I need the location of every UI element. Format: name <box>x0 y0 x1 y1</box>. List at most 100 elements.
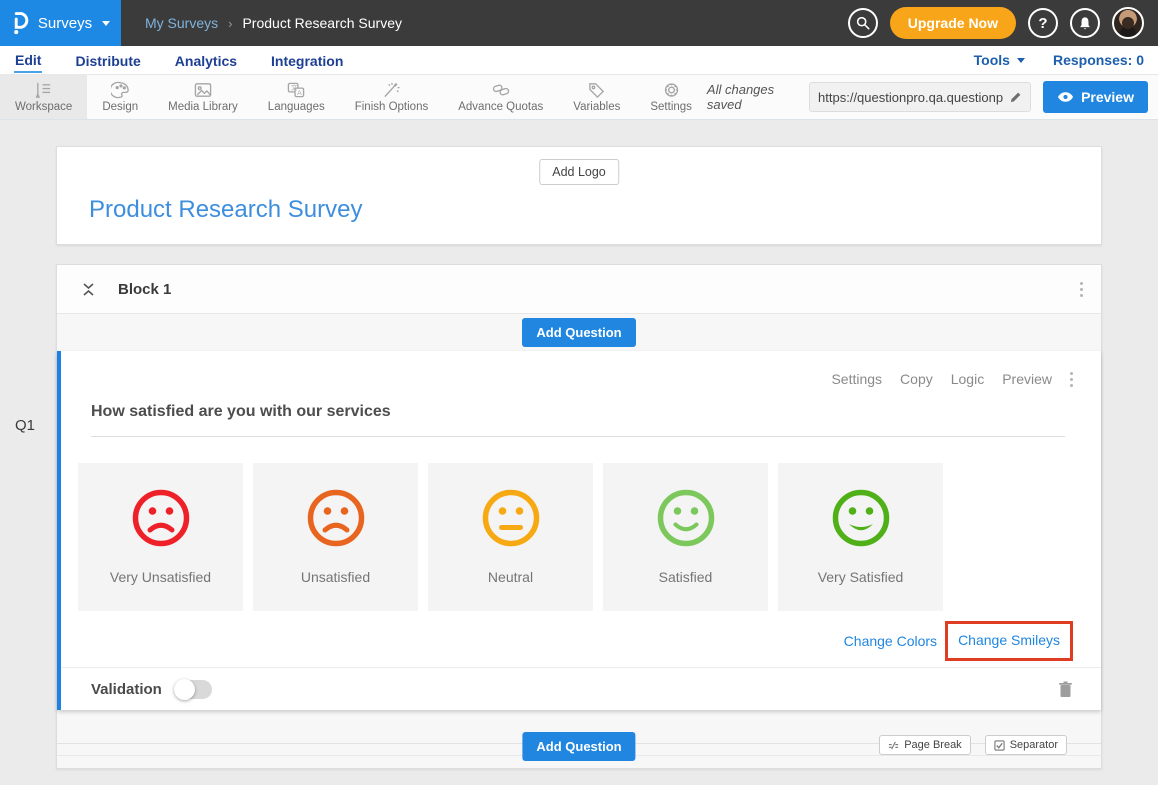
question-preview-link[interactable]: Preview <box>1002 371 1052 387</box>
breadcrumb-separator: › <box>228 16 232 31</box>
survey-header-card: Add Logo Product Research Survey <box>56 146 1102 245</box>
svg-text:文: 文 <box>291 84 297 92</box>
top-bar: Surveys My Surveys › Product Research Su… <box>0 0 1158 46</box>
page-break-icon <box>888 740 899 751</box>
breadcrumb-parent[interactable]: My Surveys <box>145 15 218 31</box>
smiley-smile-icon <box>655 487 717 549</box>
breadcrumb: My Surveys › Product Research Survey <box>145 15 402 31</box>
help-button[interactable]: ? <box>1028 8 1058 38</box>
validation-label: Validation <box>91 681 162 698</box>
preview-button[interactable]: Preview <box>1043 81 1148 113</box>
user-avatar[interactable] <box>1112 7 1144 39</box>
toolbar-item-label: Workspace <box>15 101 72 113</box>
survey-url-value[interactable]: https://questionpro.qa.questionp <box>818 90 1003 105</box>
block-title[interactable]: Block 1 <box>118 281 171 298</box>
palette-icon <box>111 81 130 99</box>
question-settings-link[interactable]: Settings <box>831 371 882 387</box>
edit-pencil-icon[interactable] <box>1009 91 1022 104</box>
bell-icon <box>1078 16 1092 31</box>
search-icon <box>856 16 870 30</box>
question-copy-link[interactable]: Copy <box>900 371 933 387</box>
question-logic-link[interactable]: Logic <box>951 371 984 387</box>
tag-icon <box>587 81 606 99</box>
toolbar-item-advance-quotas[interactable]: Advance Quotas <box>443 75 558 119</box>
search-button[interactable] <box>848 8 878 38</box>
product-menu-label: Surveys <box>38 15 92 32</box>
smiley-neutral-icon <box>480 487 542 549</box>
tools-label: Tools <box>974 52 1010 68</box>
block-footer: Add Question Page Break Separator <box>57 710 1101 768</box>
change-colors-link[interactable]: Change Colors <box>844 633 937 649</box>
page-break-label: Page Break <box>904 739 961 751</box>
page-break-button[interactable]: Page Break <box>879 735 970 755</box>
upgrade-now-button[interactable]: Upgrade Now <box>890 7 1016 39</box>
question-text[interactable]: How satisfied are you with our services <box>91 403 391 420</box>
question-id: Q1 <box>15 417 35 434</box>
tab-distribute[interactable]: Distribute <box>74 48 141 72</box>
add-logo-button[interactable]: Add Logo <box>539 159 619 185</box>
tools-dropdown[interactable]: Tools <box>974 52 1025 68</box>
chain-links-icon <box>491 81 511 99</box>
translate-icon: 文 A <box>286 81 306 99</box>
option-label: Neutral <box>488 569 533 585</box>
editor-canvas: Add Logo Product Research Survey Block 1… <box>0 120 1158 769</box>
change-smileys-link[interactable]: Change Smileys <box>958 632 1060 648</box>
preview-label: Preview <box>1081 89 1134 105</box>
add-question-button-bottom[interactable]: Add Question <box>522 732 635 761</box>
smiley-big-smile-icon <box>830 487 892 549</box>
questionpro-logo-icon <box>11 11 30 35</box>
toolbar-item-media-library[interactable]: Media Library <box>153 75 253 119</box>
magic-wand-icon <box>382 81 401 99</box>
toolbar-item-label: Languages <box>268 101 325 113</box>
toolbar-item-label: Media Library <box>168 101 238 113</box>
smiley-option-satisfied[interactable]: Satisfied <box>603 463 768 611</box>
responses-count: Responses: 0 <box>1053 52 1144 68</box>
chevron-down-icon <box>1017 58 1025 63</box>
toolbar-right: All changes saved https://questionpro.qa… <box>707 75 1158 119</box>
separator-button[interactable]: Separator <box>985 735 1067 755</box>
question-card: Settings Copy Logic Preview How satisfie… <box>57 351 1101 710</box>
tab-edit[interactable]: Edit <box>14 47 42 73</box>
toolbar-item-label: Variables <box>573 101 620 113</box>
survey-url-field[interactable]: https://questionpro.qa.questionp <box>809 82 1031 112</box>
smiley-frown-icon <box>305 487 367 549</box>
workspace-icon <box>34 81 53 99</box>
block-card: Block 1 Add Question Q1 Settings Copy Lo… <box>56 264 1102 769</box>
toolbar-item-variables[interactable]: Variables <box>558 75 635 119</box>
delete-question-button[interactable] <box>1058 681 1073 698</box>
block-header: Block 1 <box>57 265 1101 314</box>
validation-row: Validation <box>61 668 1101 710</box>
gear-icon <box>662 81 681 99</box>
toolbar-item-label: Finish Options <box>355 101 429 113</box>
toolbar-item-settings[interactable]: Settings <box>635 75 707 119</box>
toolbar-item-design[interactable]: Design <box>87 75 153 119</box>
notifications-button[interactable] <box>1070 8 1100 38</box>
option-label: Unsatisfied <box>301 569 370 585</box>
toolbar-item-workspace[interactable]: Workspace <box>0 75 87 119</box>
toolbar-item-languages[interactable]: 文 A Languages <box>253 75 340 119</box>
save-status: All changes saved <box>707 82 797 112</box>
smiley-option-very-satisfied[interactable]: Very Satisfied <box>778 463 943 611</box>
app-logo-menu[interactable]: Surveys <box>0 0 121 46</box>
checkbox-icon <box>994 740 1005 751</box>
toolbar-item-finish-options[interactable]: Finish Options <box>340 75 444 119</box>
smiley-option-unsatisfied[interactable]: Unsatisfied <box>253 463 418 611</box>
smiley-option-neutral[interactable]: Neutral <box>428 463 593 611</box>
block-menu-button[interactable] <box>1080 282 1083 297</box>
smiley-options-row: Very Unsatisfied Unsatisfied <box>61 437 1101 611</box>
collapse-block-icon[interactable] <box>83 283 94 296</box>
separator-label: Separator <box>1010 739 1058 751</box>
tab-integration[interactable]: Integration <box>270 48 344 72</box>
smiley-option-very-unsatisfied[interactable]: Very Unsatisfied <box>78 463 243 611</box>
validation-toggle[interactable] <box>174 680 212 699</box>
survey-title[interactable]: Product Research Survey <box>89 196 362 224</box>
footer-buttons: Page Break Separator <box>879 735 1067 755</box>
add-question-row-top: Add Question <box>57 314 1101 351</box>
smiley-frown-icon <box>130 487 192 549</box>
option-label: Satisfied <box>659 569 713 585</box>
question-menu-button[interactable] <box>1070 372 1073 387</box>
change-links-row: Change Colors Change Smileys <box>61 621 1101 661</box>
tab-analytics[interactable]: Analytics <box>174 48 238 72</box>
chevron-down-icon <box>102 21 110 26</box>
add-question-button-top[interactable]: Add Question <box>522 318 635 347</box>
